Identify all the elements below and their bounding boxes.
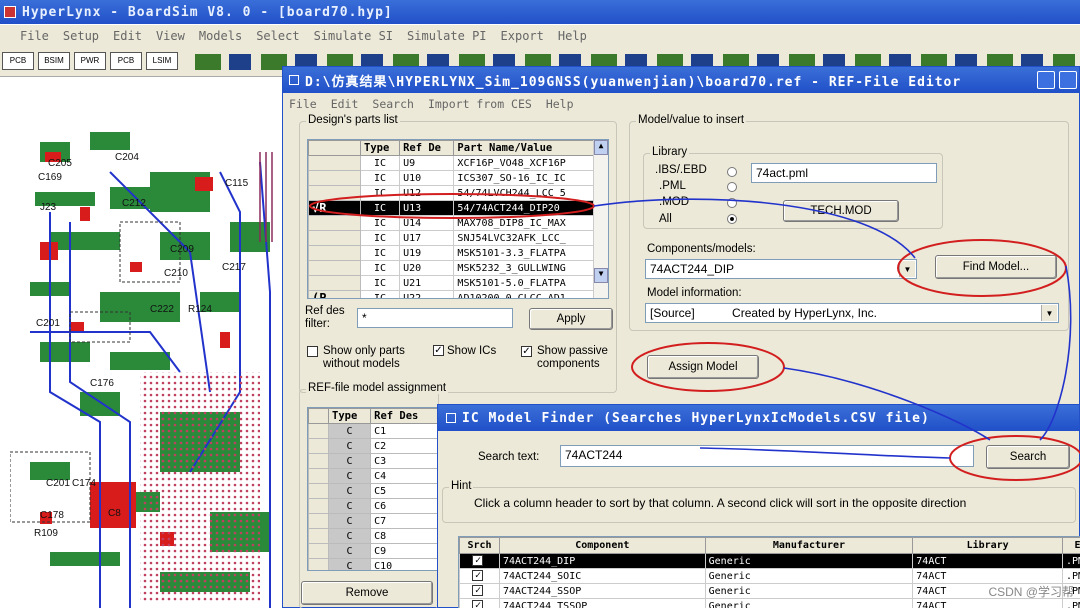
annotation-ellipse-assign [631,342,785,392]
watermark: CSDN @学习帮 [988,585,1074,599]
annotation-ellipse-u13 [309,193,595,219]
annotation-arc-search-to-input [699,447,951,459]
annotation-arc-u13-to-find [593,198,916,259]
annotation-ellipse-find-model [897,239,1067,297]
annotation-ellipse-search [949,435,1080,481]
annotation-arc-search-to-assign [783,367,991,441]
annotation-arc-find-to-search [1039,265,1072,441]
annotation-overlay [309,193,1080,481]
